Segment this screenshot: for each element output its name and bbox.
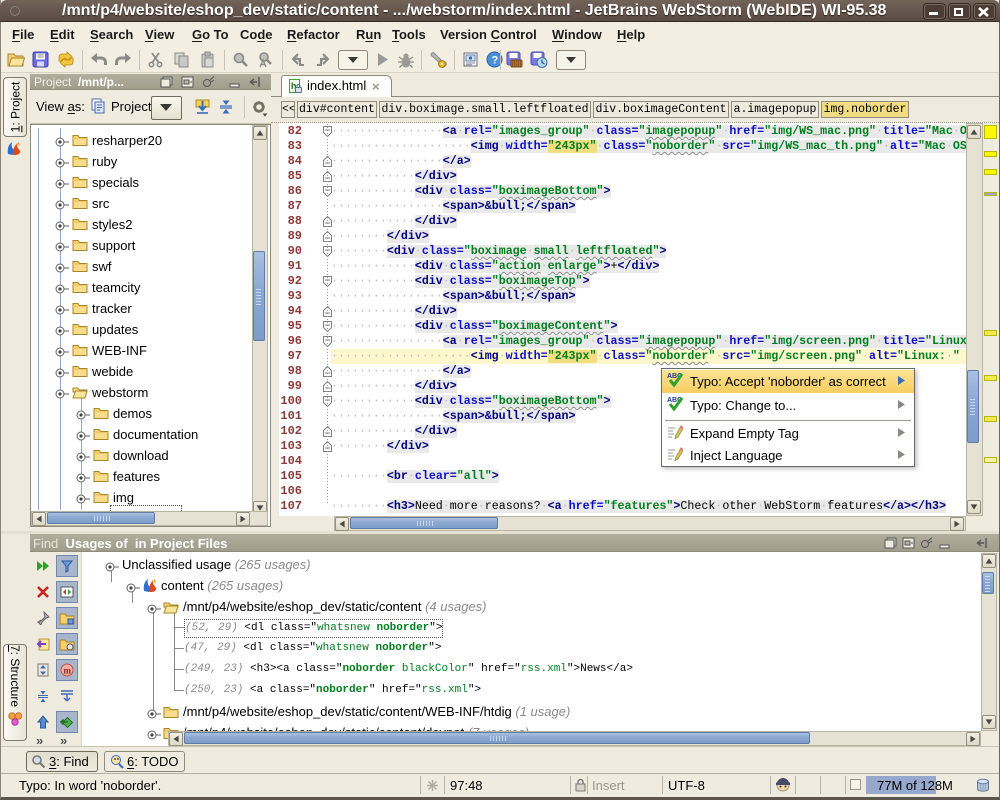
svg-text:?: ? [492,55,499,67]
svg-text:m: m [64,666,72,676]
